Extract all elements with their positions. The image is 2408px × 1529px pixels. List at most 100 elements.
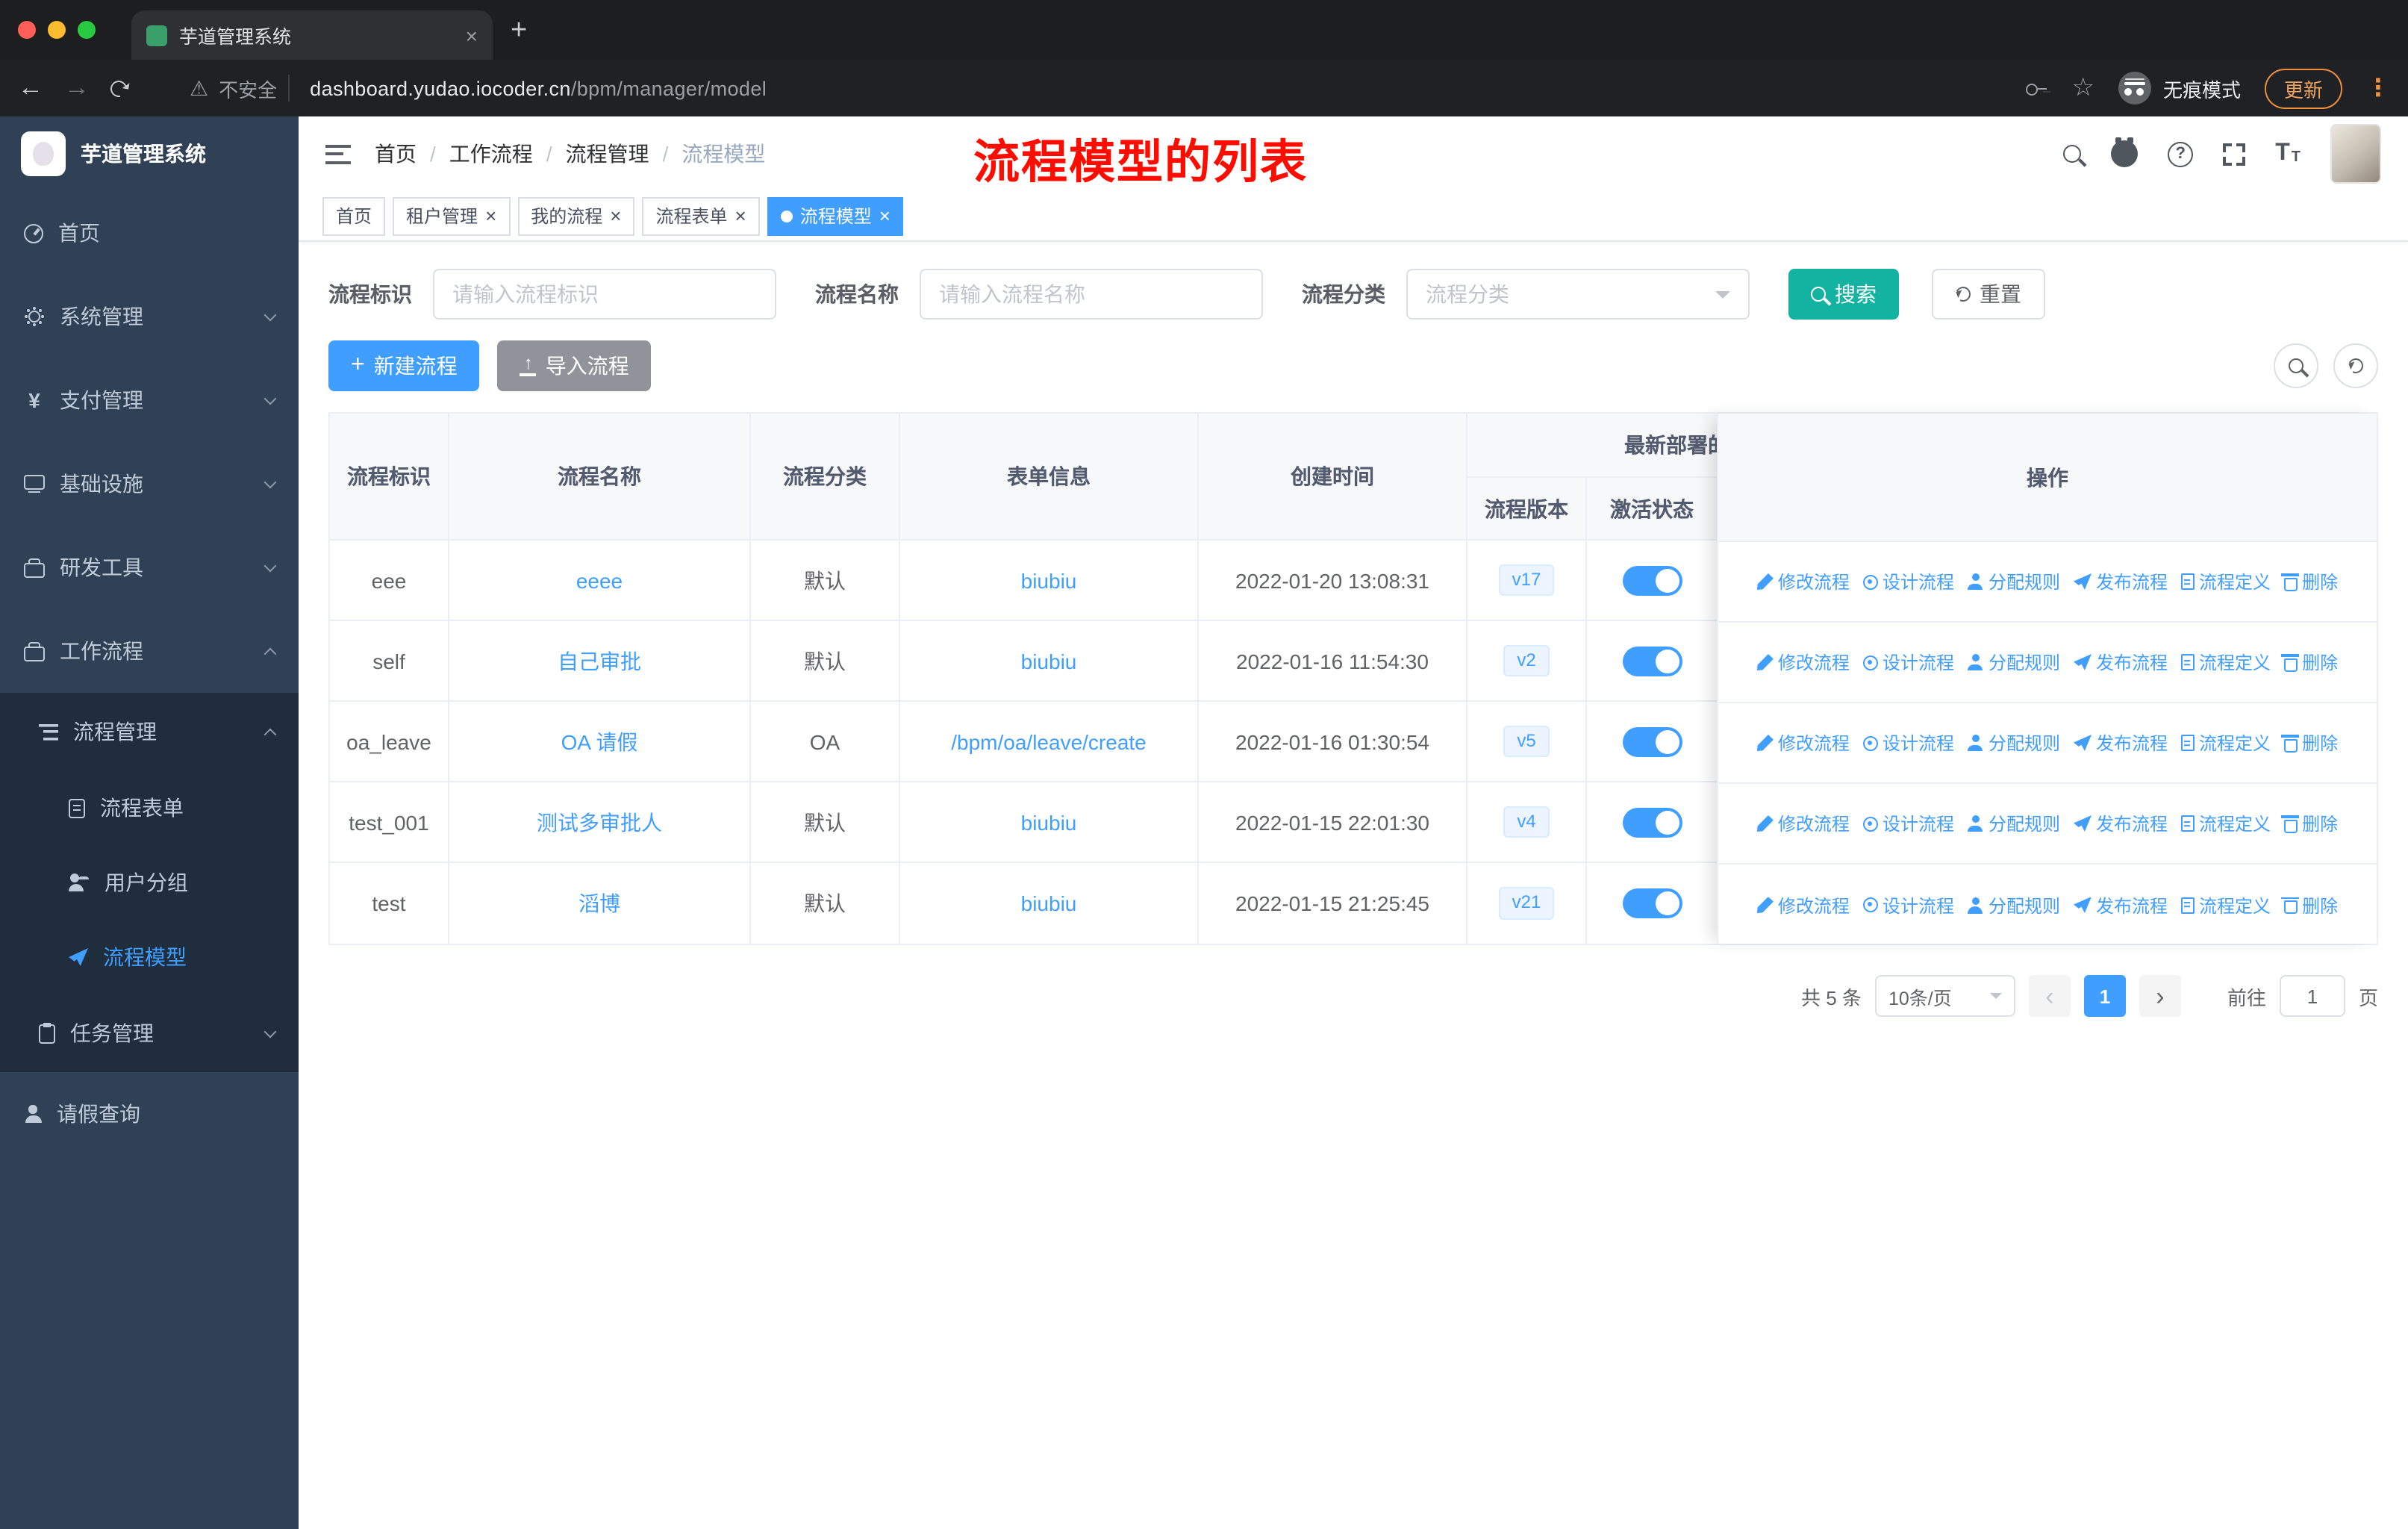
modify-process-link[interactable]: 修改流程 [1756, 569, 1850, 594]
breadcrumb-item[interactable]: 工作流程 [449, 139, 533, 169]
create-process-button[interactable]: + 新建流程 [328, 340, 480, 391]
form-link[interactable]: /bpm/oa/leave/create [951, 729, 1147, 753]
prev-page-button[interactable]: ‹ [2028, 975, 2071, 1017]
bookmark-star-icon[interactable]: ☆ [2071, 73, 2094, 103]
publish-process-link[interactable]: 发布流程 [2074, 650, 2168, 675]
tag-process-model[interactable]: 流程模型 × [767, 196, 904, 235]
goto-page-input[interactable] [2279, 975, 2345, 1017]
sidebar-item-leave-query[interactable]: 请假查询 [0, 1072, 299, 1156]
help-icon[interactable]: ? [2168, 141, 2194, 166]
address-bar[interactable]: dashboard.yudao.iocoder.cn/bpm/manager/m… [310, 77, 767, 99]
close-icon[interactable]: × [610, 206, 621, 225]
sidebar-item-infra[interactable]: 基础设施 [0, 442, 299, 526]
design-process-link[interactable]: 设计流程 [1862, 730, 1954, 756]
process-name-link[interactable]: 测试多审批人 [537, 810, 662, 834]
delete-link[interactable]: 删除 [2281, 650, 2338, 675]
avatar[interactable] [2330, 124, 2381, 184]
process-name-link[interactable]: OA 请假 [561, 729, 638, 753]
active-toggle[interactable] [1622, 726, 1682, 756]
active-toggle[interactable] [1622, 565, 1682, 595]
active-toggle[interactable] [1622, 888, 1682, 918]
toggle-search-button[interactable] [2274, 343, 2318, 388]
breadcrumb-item[interactable]: 流程管理 [566, 139, 649, 169]
process-definition-link[interactable]: 流程定义 [2181, 730, 2271, 756]
sidebar-item-dev-tools[interactable]: 研发工具 [0, 526, 299, 609]
breadcrumb-item[interactable]: 首页 [375, 139, 417, 169]
modify-process-link[interactable]: 修改流程 [1756, 811, 1850, 836]
active-toggle[interactable] [1622, 807, 1682, 837]
assign-rule-link[interactable]: 分配规则 [1968, 730, 2060, 756]
fullscreen-icon[interactable] [2223, 143, 2246, 165]
publish-process-link[interactable]: 发布流程 [2074, 569, 2168, 594]
refresh-table-button[interactable] [2333, 343, 2378, 388]
process-name-link[interactable]: 自己审批 [558, 649, 641, 673]
form-link[interactable]: biubiu [1021, 649, 1077, 673]
reset-button[interactable]: 重置 [1932, 269, 2045, 320]
publish-process-link[interactable]: 发布流程 [2074, 811, 2168, 836]
assign-rule-link[interactable]: 分配规则 [1968, 650, 2060, 675]
tab-close-icon[interactable]: × [466, 23, 478, 47]
design-process-link[interactable]: 设计流程 [1862, 892, 1954, 918]
design-process-link[interactable]: 设计流程 [1862, 811, 1954, 836]
modify-process-link[interactable]: 修改流程 [1756, 730, 1850, 756]
process-definition-link[interactable]: 流程定义 [2181, 811, 2271, 836]
process-name-link[interactable]: eeee [576, 568, 623, 592]
close-icon[interactable]: × [735, 206, 746, 225]
assign-rule-link[interactable]: 分配规则 [1968, 811, 2060, 836]
search-icon[interactable] [2063, 145, 2082, 163]
delete-link[interactable]: 删除 [2281, 730, 2338, 756]
tag-my-process[interactable]: 我的流程 × [517, 196, 635, 235]
browser-menu-icon[interactable]: ⋮ [2366, 73, 2390, 103]
update-button[interactable]: 更新 [2264, 68, 2342, 108]
forward-icon[interactable]: → [64, 73, 90, 103]
window-minimize-button[interactable] [48, 21, 66, 39]
category-select[interactable]: 流程分类 [1406, 269, 1750, 320]
sidebar-item-task-mgmt[interactable]: 任务管理 [0, 994, 299, 1072]
sidebar-item-process-form[interactable]: 流程表单 [0, 770, 299, 845]
process-key-input[interactable] [433, 269, 776, 320]
tag-tenant[interactable]: 租户管理 × [393, 196, 511, 235]
sidebar-item-system[interactable]: 系统管理 [0, 275, 299, 358]
version-tag[interactable]: v5 [1503, 725, 1550, 758]
version-tag[interactable]: v21 [1498, 887, 1555, 920]
design-process-link[interactable]: 设计流程 [1862, 569, 1954, 594]
page-size-select[interactable]: 10条/页 [1874, 975, 2015, 1017]
form-link[interactable]: biubiu [1021, 891, 1077, 915]
process-definition-link[interactable]: 流程定义 [2181, 892, 2271, 918]
sidebar-item-process-mgmt[interactable]: 流程管理 [0, 693, 299, 770]
sidebar-item-payment[interactable]: ¥ 支付管理 [0, 358, 299, 442]
close-icon[interactable]: × [485, 206, 496, 225]
process-definition-link[interactable]: 流程定义 [2181, 569, 2271, 594]
delete-link[interactable]: 删除 [2281, 811, 2338, 836]
window-zoom-button[interactable] [78, 21, 96, 39]
version-tag[interactable]: v2 [1503, 644, 1550, 677]
window-close-button[interactable] [18, 21, 36, 39]
assign-rule-link[interactable]: 分配规则 [1968, 892, 2060, 918]
sidebar-item-workflow[interactable]: 工作流程 [0, 609, 299, 693]
password-key-icon[interactable] [2024, 76, 2047, 100]
reload-icon[interactable] [107, 76, 131, 100]
tag-home[interactable]: 首页 [322, 196, 386, 235]
process-name-link[interactable]: 滔博 [578, 891, 620, 915]
back-icon[interactable]: ← [18, 73, 43, 103]
next-page-button[interactable]: › [2139, 975, 2181, 1017]
font-size-icon[interactable]: TT [2275, 141, 2301, 166]
hamburger-icon[interactable] [325, 144, 351, 164]
modify-process-link[interactable]: 修改流程 [1756, 650, 1850, 675]
search-button[interactable]: 搜索 [1788, 269, 1899, 320]
publish-process-link[interactable]: 发布流程 [2074, 730, 2168, 756]
browser-tab[interactable]: 芋道管理系统 × [131, 10, 493, 60]
active-toggle[interactable] [1622, 646, 1682, 676]
current-page-button[interactable]: 1 [2083, 975, 2126, 1017]
sidebar-item-process-model[interactable]: 流程模型 [0, 920, 299, 994]
import-process-button[interactable]: ↑ 导入流程 [497, 340, 652, 391]
publish-process-link[interactable]: 发布流程 [2074, 892, 2168, 918]
design-process-link[interactable]: 设计流程 [1862, 650, 1954, 675]
delete-link[interactable]: 删除 [2281, 892, 2338, 918]
sidebar-item-home[interactable]: 首页 [0, 191, 299, 275]
sidebar-item-user-group[interactable]: 用户分组 [0, 845, 299, 920]
modify-process-link[interactable]: 修改流程 [1756, 892, 1850, 918]
tag-process-form[interactable]: 流程表单 × [642, 196, 760, 235]
app-logo-row[interactable]: 芋道管理系统 [0, 116, 299, 191]
form-link[interactable]: biubiu [1021, 810, 1077, 834]
